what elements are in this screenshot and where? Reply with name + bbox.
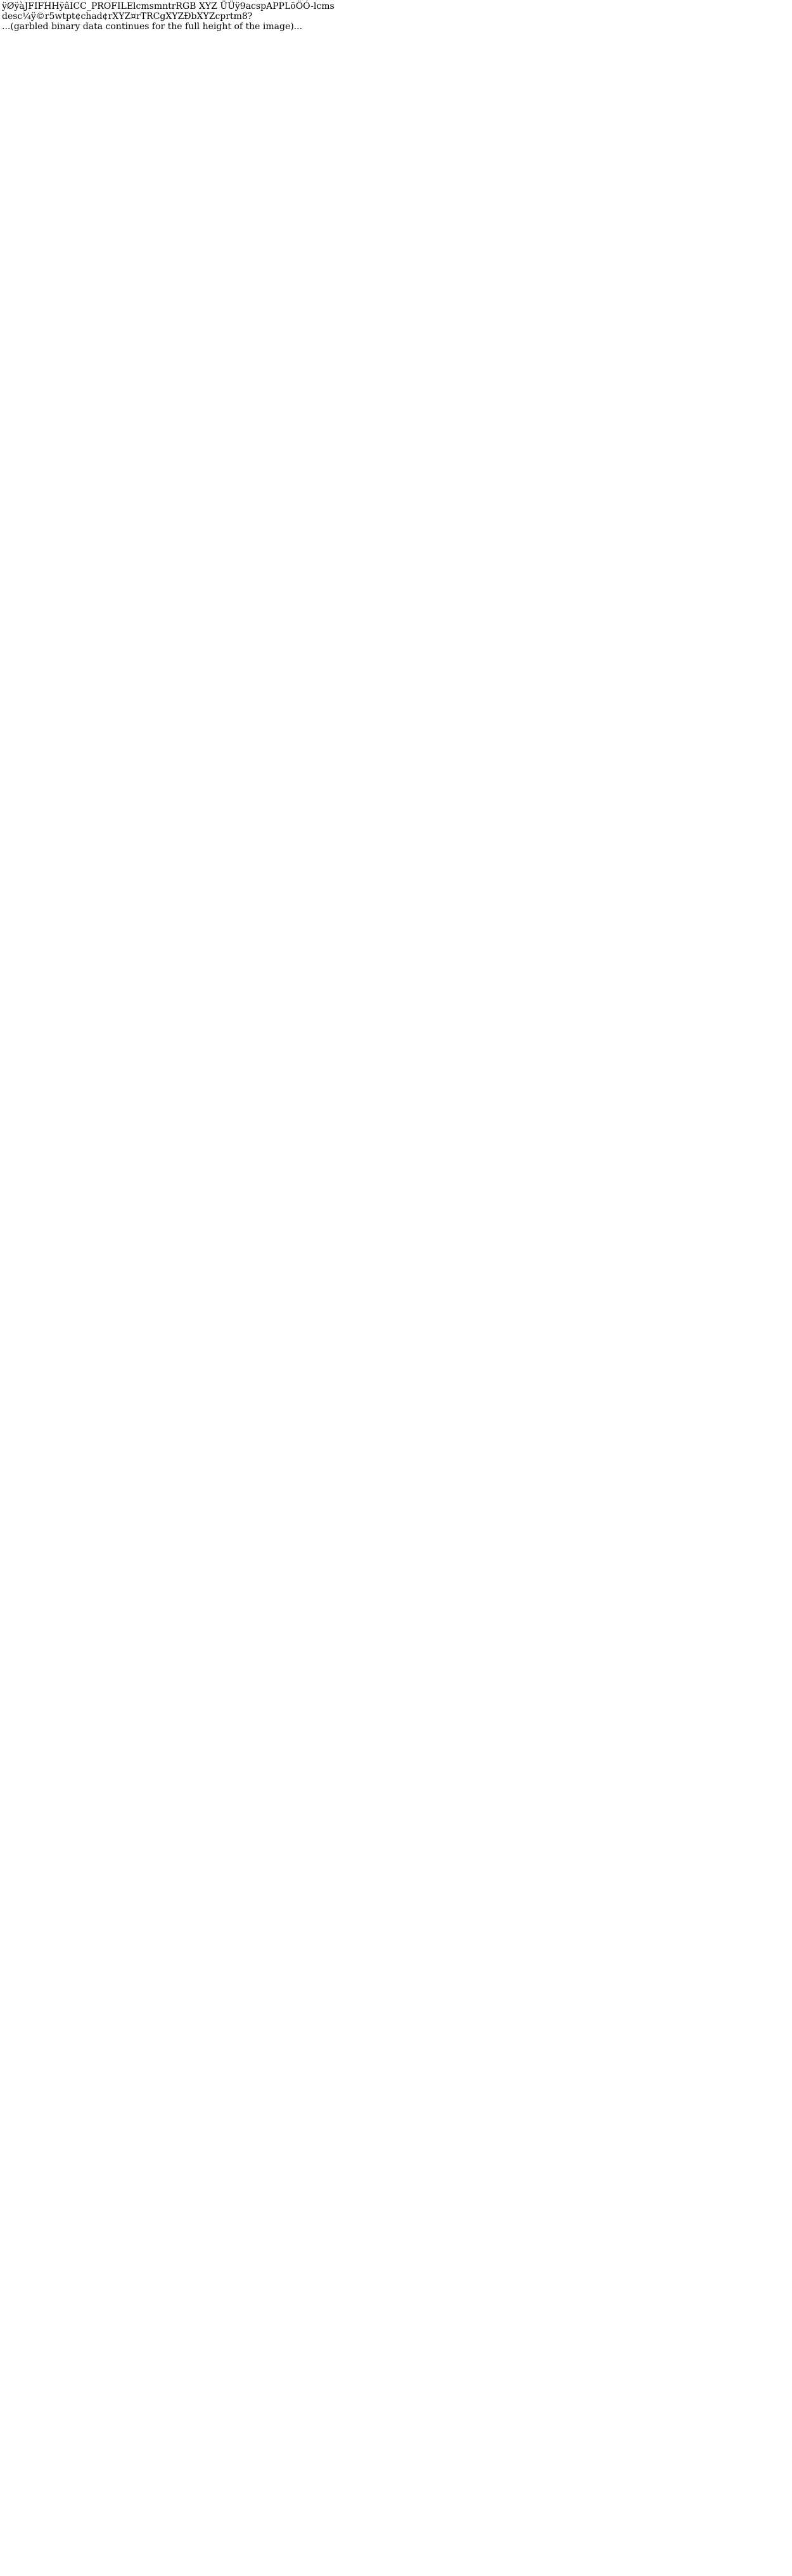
raw-binary-text: ÿØÿàJFIFHHÿâICC_PROFILElcmsmntrRGB XYZ Ü… [2, 1, 335, 32]
raw-binary-text-viewer: ÿØÿàJFIFHHÿâICC_PROFILElcmsmntrRGB XYZ Ü… [0, 0, 792, 2576]
